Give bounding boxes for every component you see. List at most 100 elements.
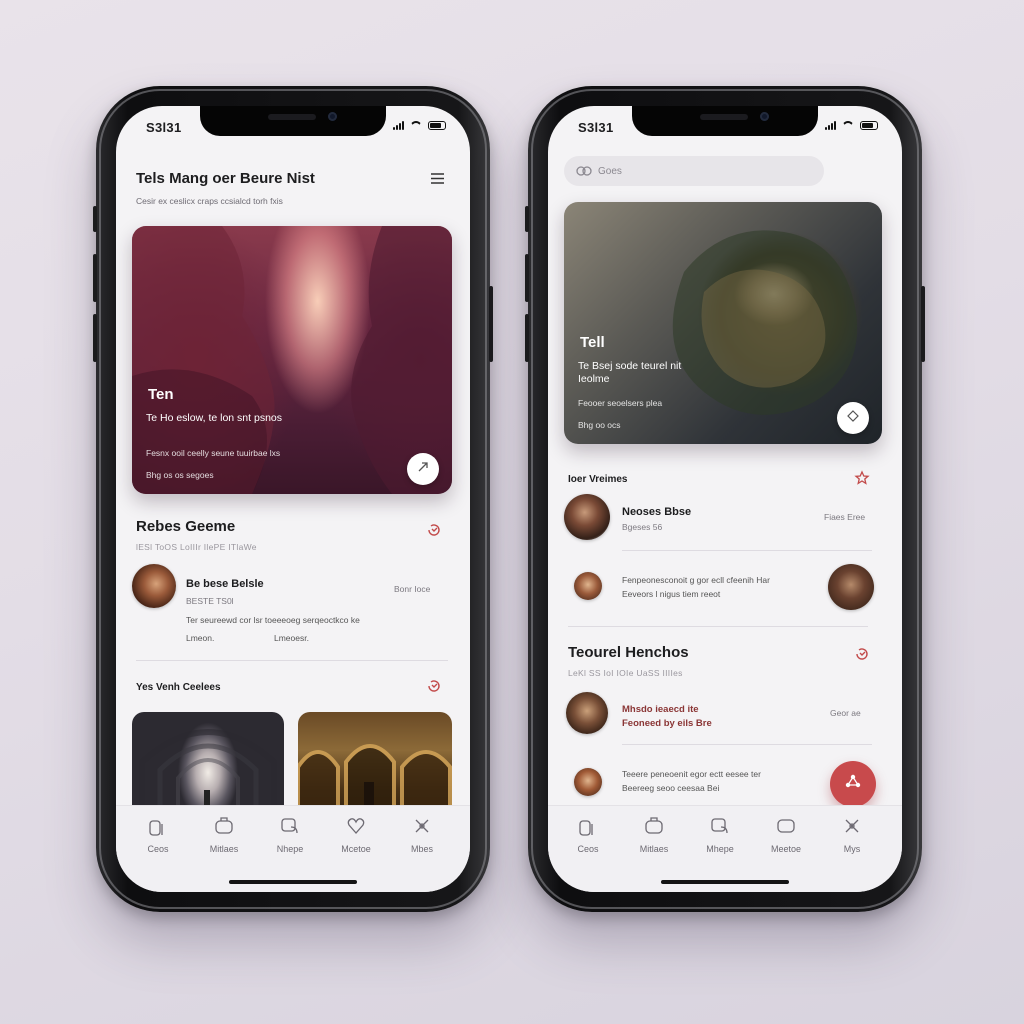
battery-icon bbox=[860, 121, 878, 130]
tab-favorites[interactable]: Mcetoe bbox=[326, 814, 386, 854]
tab-shop[interactable]: Mitlaes bbox=[194, 814, 254, 854]
tab-label: Mys bbox=[843, 844, 861, 854]
menu-icon[interactable] bbox=[431, 172, 444, 185]
divider bbox=[136, 660, 448, 661]
page-title: Tels Mang oer Beure Nist bbox=[136, 170, 315, 187]
hero-title: Tell bbox=[580, 334, 605, 351]
tab-label: Mitlaes bbox=[209, 844, 239, 854]
tab-label: Mhepe bbox=[706, 844, 734, 854]
refresh-icon[interactable] bbox=[426, 522, 442, 543]
tab-label: Mitlaes bbox=[639, 844, 669, 854]
status-icons bbox=[825, 121, 878, 130]
avatar-small[interactable] bbox=[574, 572, 602, 600]
search-icon bbox=[576, 165, 592, 177]
message-icon bbox=[756, 814, 816, 838]
phone-left: S3l31 Tels Mang oer Beure Nist Cesir ex … bbox=[93, 86, 493, 912]
item-meta: BESTE TS0l bbox=[186, 596, 234, 606]
tab-chat[interactable]: Mhepe bbox=[690, 814, 750, 854]
tab-home[interactable]: Ceos bbox=[558, 814, 618, 854]
tab-favorites[interactable]: Meetoe bbox=[756, 814, 816, 854]
power-button bbox=[921, 286, 925, 362]
tab-label: Mcetoe bbox=[341, 844, 371, 854]
item-side: Fiaes Eree bbox=[824, 512, 866, 522]
screen: S3l31 Goes Tell Te Bsej sode teurel nit … bbox=[548, 106, 902, 892]
search-placeholder: Goes bbox=[598, 165, 622, 177]
item-side: Bonr Ioce bbox=[394, 584, 431, 594]
battery-icon bbox=[428, 121, 446, 130]
tab-shop[interactable]: Mitlaes bbox=[624, 814, 684, 854]
avatar-small[interactable] bbox=[574, 768, 602, 796]
status-icons bbox=[393, 121, 446, 130]
hero-meta-line: Fesnx ooil ceelly seune tuuirbae lxs bbox=[146, 448, 281, 458]
share-button[interactable] bbox=[407, 453, 439, 485]
item-body-2: Eeveors l nigus tiem reeot bbox=[622, 589, 721, 599]
bag-icon bbox=[194, 814, 254, 838]
profile-icon bbox=[822, 814, 882, 838]
volume-up-button bbox=[93, 254, 97, 302]
divider bbox=[568, 626, 868, 627]
item-body-col-1: Lmeon. bbox=[186, 633, 215, 643]
hero-card[interactable]: Ten Te Ho eslow, te lon snt psnos Fesnx … bbox=[132, 226, 452, 494]
section-title: Ioer Vreimes bbox=[568, 474, 628, 485]
item-body: Ter seureewd cor lsr toeeeoeg serqeoctkc… bbox=[186, 615, 360, 625]
section-title-2: Teourel Henchos bbox=[568, 644, 689, 661]
home-indicator[interactable] bbox=[229, 880, 357, 884]
item-meta: Bgeses 56 bbox=[622, 522, 663, 532]
tab-bar: Ceos Mitlaes Nhepe Mcetoe Mbes bbox=[116, 805, 470, 892]
tab-home[interactable]: Ceos bbox=[128, 814, 188, 854]
share-button[interactable] bbox=[837, 402, 869, 434]
mute-switch bbox=[525, 206, 529, 232]
search-bar[interactable]: Goes bbox=[564, 156, 824, 186]
item-title: Mhsdo ieaecd ite bbox=[622, 704, 699, 715]
fab-button[interactable] bbox=[830, 761, 876, 807]
home-icon bbox=[558, 814, 618, 838]
section-subtitle: lESl ToOS LoIIIr IlePE ITlaWe bbox=[136, 542, 257, 552]
mute-switch bbox=[93, 206, 97, 232]
hero-meta-line-2: Bhg os os segoes bbox=[146, 470, 214, 480]
item-side: Geor ae bbox=[830, 708, 861, 718]
share-icon bbox=[417, 460, 429, 478]
wifi-icon bbox=[842, 121, 854, 130]
tab-chat[interactable]: Nhepe bbox=[260, 814, 320, 854]
item-name: Neoses Bbse bbox=[622, 506, 692, 518]
avatar[interactable] bbox=[566, 692, 608, 734]
hero-meta-line: Feooer seoelsers plea bbox=[578, 398, 663, 408]
item-body: Teeere peneoenit egor ectt eesee ter bbox=[622, 769, 761, 779]
avatar[interactable] bbox=[564, 494, 610, 540]
tab-profile[interactable]: Mbes bbox=[392, 814, 452, 854]
hero-card[interactable]: Tell Te Bsej sode teurel nit Ieolme Feoo… bbox=[564, 202, 882, 444]
power-button bbox=[489, 286, 493, 362]
wifi-icon bbox=[410, 121, 422, 130]
hero-subtitle: Te Bsej sode teurel nit Ieolme bbox=[578, 360, 682, 385]
item-body-2: Beereeg seoo ceesaa Bei bbox=[622, 783, 720, 793]
hero-title: Ten bbox=[148, 386, 174, 403]
item-name: Be bese Belsle bbox=[186, 578, 264, 590]
hero-meta-line-2: Bhg oo ocs bbox=[578, 420, 621, 430]
avatar[interactable] bbox=[828, 564, 874, 610]
tab-bar: Ceos Mitlaes Mhepe Meetoe Mys bbox=[548, 805, 902, 892]
divider bbox=[622, 550, 872, 551]
heart-icon bbox=[326, 814, 386, 838]
divider bbox=[622, 744, 872, 745]
screen: S3l31 Tels Mang oer Beure Nist Cesir ex … bbox=[116, 106, 470, 892]
tab-label: Ceos bbox=[577, 844, 599, 854]
chat-icon bbox=[260, 814, 320, 838]
tab-profile[interactable]: Mys bbox=[822, 814, 882, 854]
hero-subtitle: Te Ho eslow, te lon snt psnos bbox=[146, 412, 282, 424]
avatar[interactable] bbox=[132, 564, 176, 608]
home-indicator[interactable] bbox=[661, 880, 789, 884]
chat-icon bbox=[690, 814, 750, 838]
volume-down-button bbox=[93, 314, 97, 362]
volume-up-button bbox=[525, 254, 529, 302]
notch bbox=[632, 106, 818, 136]
refresh-icon[interactable] bbox=[854, 646, 870, 667]
item-body: Fenpeonesconoit g gor ecll cfeenih Har bbox=[622, 575, 770, 585]
signal-icon bbox=[825, 121, 836, 130]
refresh-icon-2[interactable] bbox=[426, 678, 442, 699]
status-time: S3l31 bbox=[578, 120, 614, 135]
notch bbox=[200, 106, 386, 136]
section-title: Rebes Geeme bbox=[136, 518, 236, 535]
item-title-2: Feoneed by eils Bre bbox=[622, 718, 712, 729]
share-icon bbox=[847, 409, 859, 427]
star-icon[interactable] bbox=[854, 470, 870, 491]
